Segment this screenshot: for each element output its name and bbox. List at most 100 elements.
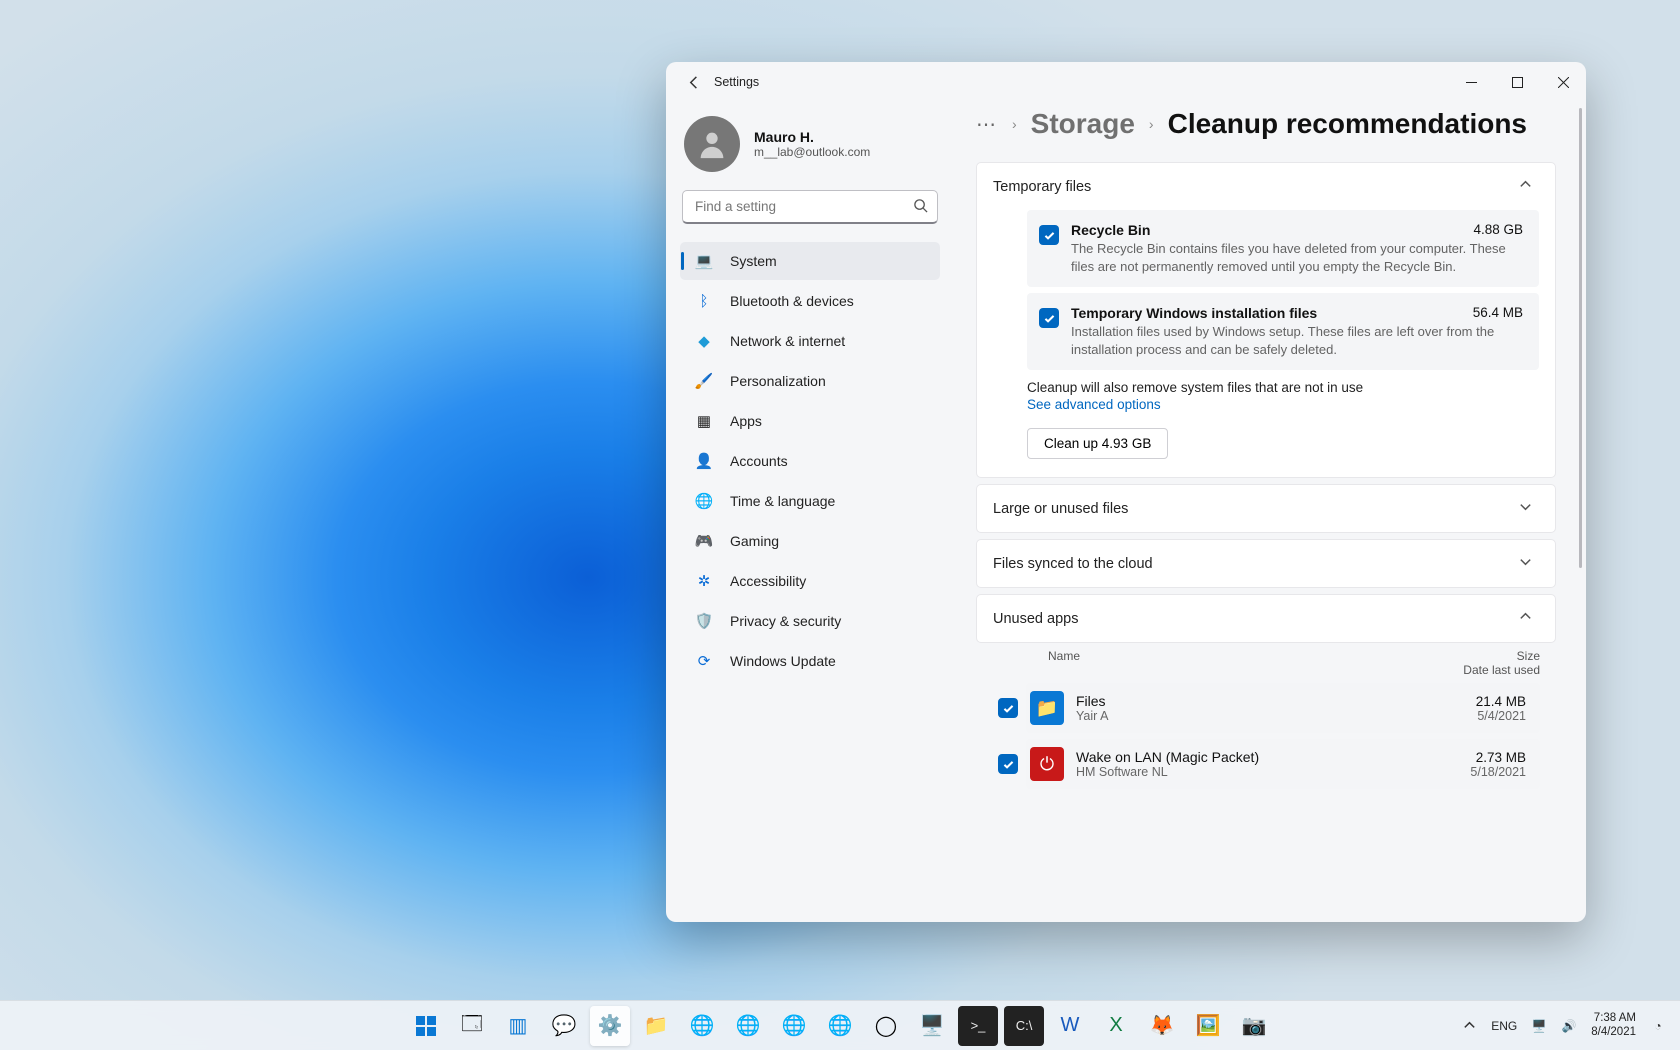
card-large-unused: Large or unused files xyxy=(976,484,1556,533)
camera-taskbar-icon[interactable]: 📷 xyxy=(1234,1006,1274,1046)
card-header-large[interactable]: Large or unused files xyxy=(977,485,1555,532)
system-icon: 💻 xyxy=(694,251,714,271)
unused-app-row[interactable]: 📁 Files Yair A 21.4 MB 5/4/2021 xyxy=(1026,683,1540,733)
nav-apps[interactable]: ▦Apps xyxy=(680,402,940,440)
terminal-taskbar-icon[interactable]: >_ xyxy=(958,1006,998,1046)
nav-accounts[interactable]: 👤Accounts xyxy=(680,442,940,480)
remote-taskbar-icon[interactable]: 🖥️ xyxy=(912,1006,952,1046)
excel-taskbar-icon[interactable]: X xyxy=(1096,1006,1136,1046)
unused-app-row[interactable]: ⏻ Wake on LAN (Magic Packet) HM Software… xyxy=(1026,739,1540,789)
nav-system[interactable]: 💻 System xyxy=(680,242,940,280)
clock[interactable]: 7:38 AM 8/4/2021 xyxy=(1591,1012,1636,1038)
advanced-options-link[interactable]: See advanced options xyxy=(1027,397,1539,412)
taskbar-tray: ENG 🖥️ 🔊 7:38 AM 8/4/2021 ◔ xyxy=(1461,1012,1680,1038)
teams-button[interactable]: 💬 xyxy=(544,1006,584,1046)
card-header-cloud[interactable]: Files synced to the cloud xyxy=(977,540,1555,587)
taskbar-center: 🗔 ▥ 💬 ⚙️ 📁 🌐 🌐 🌐 🌐 ◯ 🖥️ >_ C:\ W X 🦊 🖼️ … xyxy=(406,1006,1274,1046)
minimize-button[interactable] xyxy=(1448,62,1494,102)
personalization-icon: 🖌️ xyxy=(694,371,714,391)
firefox-taskbar-icon[interactable]: 🦊 xyxy=(1142,1006,1182,1046)
word-taskbar-icon[interactable]: W xyxy=(1050,1006,1090,1046)
taskview-button[interactable]: 🗔 xyxy=(452,1006,492,1046)
tray-overflow-icon[interactable] xyxy=(1461,1018,1477,1034)
maximize-button[interactable] xyxy=(1494,62,1540,102)
cmd-taskbar-icon[interactable]: C:\ xyxy=(1004,1006,1044,1046)
card-temporary-files: Temporary files Recycle Bin4.88 GB The R… xyxy=(976,162,1556,478)
unused-apps-header: Name Size Date last used xyxy=(976,649,1556,683)
nav-update[interactable]: ⟳ Windows Update xyxy=(680,642,940,680)
nav-label: Personalization xyxy=(730,373,826,389)
nav-label: Windows Update xyxy=(730,653,836,669)
col-size: Size xyxy=(1420,649,1540,663)
network-icon: ◆ xyxy=(694,331,714,351)
edge-taskbar-icon[interactable]: 🌐 xyxy=(682,1006,722,1046)
nav-bluetooth[interactable]: ᛒBluetooth & devices xyxy=(680,282,940,320)
nav: 💻 System ᛒBluetooth & devices ◆ Network & … xyxy=(680,242,940,680)
start-button[interactable] xyxy=(406,1006,446,1046)
checkbox[interactable] xyxy=(998,698,1018,718)
breadcrumb-storage[interactable]: Storage xyxy=(1031,108,1135,140)
row-size: 56.4 MB xyxy=(1473,305,1523,321)
nav-gaming[interactable]: 🎮Gaming xyxy=(680,522,940,560)
col-name: Name xyxy=(1048,649,1420,677)
titlebar: Settings xyxy=(666,62,1586,102)
nav-personalization[interactable]: 🖌️ Personalization xyxy=(680,362,940,400)
chevron-up-icon xyxy=(1518,609,1533,628)
settings-taskbar-icon[interactable]: ⚙️ xyxy=(590,1006,630,1046)
app-name: Files xyxy=(1076,693,1464,709)
row-title: Temporary Windows installation files xyxy=(1071,305,1317,321)
edge-dev-taskbar-icon[interactable]: 🌐 xyxy=(774,1006,814,1046)
widgets-button[interactable]: ▥ xyxy=(498,1006,538,1046)
chrome-taskbar-icon[interactable]: ◯ xyxy=(866,1006,906,1046)
cleanup-row-recycle-bin[interactable]: Recycle Bin4.88 GB The Recycle Bin conta… xyxy=(1027,210,1539,287)
nav-time[interactable]: 🌐Time & language xyxy=(680,482,940,520)
close-button[interactable] xyxy=(1540,62,1586,102)
clock-time: 7:38 AM xyxy=(1591,1012,1636,1025)
window-title: Settings xyxy=(714,75,759,89)
card-header-temporary[interactable]: Temporary files xyxy=(977,163,1555,210)
back-button[interactable] xyxy=(680,68,708,96)
profile-email: m__lab@outlook.com xyxy=(754,145,870,159)
nav-label: Network & internet xyxy=(730,333,845,349)
nav-label: Apps xyxy=(730,413,762,429)
cleanup-row-temp-install[interactable]: Temporary Windows installation files 56.4… xyxy=(1027,293,1539,370)
checkbox[interactable] xyxy=(1039,308,1059,328)
row-title: Recycle Bin xyxy=(1071,222,1150,238)
scrollbar[interactable] xyxy=(1579,108,1582,568)
card-cloud-synced: Files synced to the cloud xyxy=(976,539,1556,588)
notifications-tray-icon[interactable]: ◔ xyxy=(1650,1018,1666,1034)
volume-tray-icon[interactable]: 🔊 xyxy=(1561,1018,1577,1034)
row-size: 4.88 GB xyxy=(1473,222,1523,238)
card-title: Files synced to the cloud xyxy=(993,556,1153,572)
content-pane: ⋯ › Storage › Cleanup recommendations Te… xyxy=(956,102,1586,922)
language-indicator[interactable]: ENG xyxy=(1491,1019,1517,1033)
app-date: 5/18/2021 xyxy=(1470,765,1526,779)
nav-accessibility[interactable]: ✲Accessibility xyxy=(680,562,940,600)
page-title: Cleanup recommendations xyxy=(1168,108,1527,140)
search-input[interactable] xyxy=(682,190,938,224)
taskbar: 🗔 ▥ 💬 ⚙️ 📁 🌐 🌐 🌐 🌐 ◯ 🖥️ >_ C:\ W X 🦊 🖼️ … xyxy=(0,1000,1680,1050)
app-name: Wake on LAN (Magic Packet) xyxy=(1076,749,1458,765)
checkbox[interactable] xyxy=(1039,225,1059,245)
edge-beta-taskbar-icon[interactable]: 🌐 xyxy=(728,1006,768,1046)
card-title: Temporary files xyxy=(993,179,1091,195)
checkbox[interactable] xyxy=(998,754,1018,774)
explorer-taskbar-icon[interactable]: 📁 xyxy=(636,1006,676,1046)
profile-block[interactable]: Mauro H. m__lab@outlook.com xyxy=(680,110,940,190)
network-tray-icon[interactable]: 🖥️ xyxy=(1531,1018,1547,1034)
update-icon: ⟳ xyxy=(694,651,714,671)
nav-label: Gaming xyxy=(730,533,779,549)
nav-network[interactable]: ◆ Network & internet xyxy=(680,322,940,360)
settings-window: Settings Mauro H. m__lab@outlook.com xyxy=(666,62,1586,922)
nav-label: System xyxy=(730,253,777,269)
breadcrumb-overflow[interactable]: ⋯ xyxy=(976,112,998,137)
photos-taskbar-icon[interactable]: 🖼️ xyxy=(1188,1006,1228,1046)
cleanup-button[interactable]: Clean up 4.93 GB xyxy=(1027,428,1168,459)
nav-label: Bluetooth & devices xyxy=(730,293,854,309)
card-header-unused[interactable]: Unused apps xyxy=(977,595,1555,642)
edge-canary-taskbar-icon[interactable]: 🌐 xyxy=(820,1006,860,1046)
nav-label: Privacy & security xyxy=(730,613,841,629)
clock-date: 8/4/2021 xyxy=(1591,1026,1636,1039)
nav-label: Accessibility xyxy=(730,573,806,589)
nav-privacy[interactable]: 🛡️Privacy & security xyxy=(680,602,940,640)
